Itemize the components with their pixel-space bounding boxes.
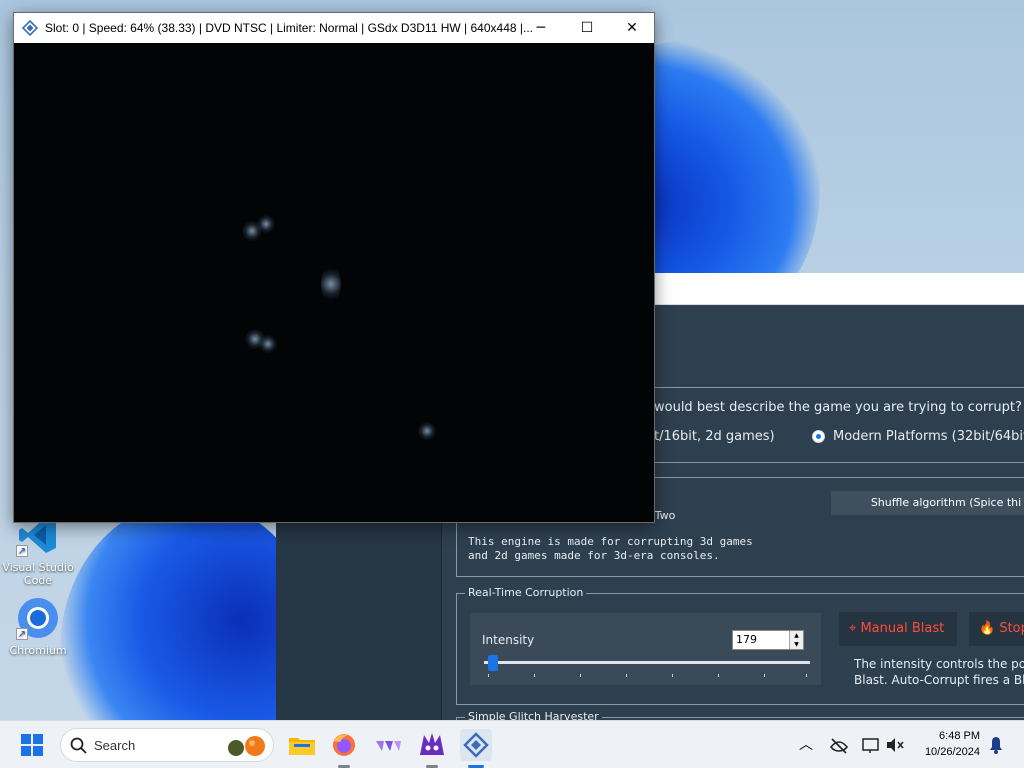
taskbar-file-explorer[interactable]	[286, 729, 318, 761]
option-modern-radio[interactable]	[812, 430, 825, 443]
spinbox-arrows[interactable]: ▲ ▼	[789, 631, 803, 649]
desktop-icon-label: Chromium	[9, 644, 67, 657]
platform-question: would best describe the game you are try…	[654, 400, 1022, 415]
glitch-creature-icon	[420, 733, 444, 755]
chromium-icon: ↗	[16, 596, 60, 640]
windows-logo-icon	[21, 734, 43, 756]
realtime-corruption-title: Real-Time Corruption	[465, 586, 587, 599]
intensity-label: Intensity	[482, 633, 535, 647]
taskbar: Search ︿ 6:48 PM 10/26/2024	[0, 720, 1024, 768]
close-button[interactable]: ✕	[609, 13, 655, 43]
slider-tick	[764, 674, 765, 677]
notification-bell-icon[interactable]	[986, 729, 1006, 761]
pcsx2-window-title: Slot: 0 | Speed: 64% (38.33) | DVD NTSC …	[45, 21, 533, 35]
render-glow-spot	[321, 265, 341, 303]
taskbar-firefox[interactable]	[328, 729, 360, 761]
network-offline-icon[interactable]	[828, 729, 850, 761]
radio-selected-dot	[816, 434, 821, 439]
taskbar-app-glitch[interactable]	[416, 729, 448, 761]
display-icon[interactable]	[860, 729, 882, 761]
pcsx2-icon	[463, 732, 489, 758]
game-render-surface[interactable]	[14, 43, 654, 522]
desktop-icon-chromium[interactable]: ↗ Chromium	[2, 596, 74, 657]
manual-blast-button[interactable]: ⌖ Manual Blast	[839, 612, 957, 646]
clock-date[interactable]: 10/26/2024	[912, 746, 980, 758]
shuffle-algorithm-button[interactable]: Shuffle algorithm (Spice thi	[831, 491, 1024, 515]
minimize-button[interactable]: ─	[518, 13, 564, 43]
taskbar-pcsx2[interactable]	[460, 729, 492, 761]
taskbar-search-box[interactable]: Search	[60, 728, 274, 762]
render-glow-spot	[418, 422, 436, 440]
stop-label: Stop	[999, 621, 1024, 636]
desktop-icon-vscode[interactable]: ↗ Visual Studio Code	[2, 513, 74, 587]
firefox-icon	[333, 734, 355, 756]
clock-time[interactable]: 6:48 PM	[912, 730, 980, 742]
slider-tick	[806, 674, 807, 677]
start-button[interactable]	[16, 729, 48, 761]
flame-icon: 🔥	[979, 621, 996, 636]
volume-muted-icon[interactable]	[884, 729, 906, 761]
intensity-spinbox[interactable]: 179 ▲ ▼	[732, 630, 804, 650]
intensity-slider-thumb[interactable]	[488, 655, 498, 671]
render-glow-spot	[257, 215, 275, 233]
option-modern-label: Modern Platforms (32bit/64bit,	[833, 429, 1024, 444]
purple-arrows-icon	[376, 741, 401, 751]
pcsx2-app-icon	[22, 20, 38, 36]
pcsx2-window: Slot: 0 | Speed: 64% (38.33) | DVD NTSC …	[13, 12, 655, 523]
maximize-button[interactable]: ☐	[564, 13, 610, 43]
intensity-description-line-2: Blast. Auto-Corrupt fires a Blast e	[854, 673, 1024, 687]
pcsx2-titlebar[interactable]: Slot: 0 | Speed: 64% (38.33) | DVD NTSC …	[14, 13, 654, 43]
shortcut-arrow-icon: ↗	[16, 628, 28, 640]
search-placeholder: Search	[94, 738, 136, 753]
engine-description-line-2: and 2d games made for 3d-era consoles.	[468, 549, 720, 562]
search-highlight-icon	[228, 736, 265, 756]
folder-icon	[289, 738, 315, 755]
shortcut-arrow-icon: ↗	[16, 545, 28, 557]
render-glow-spot	[259, 335, 277, 353]
stop-button[interactable]: 🔥 Stop	[969, 612, 1024, 646]
desktop-icon-label: Visual Studio Code	[2, 561, 74, 587]
option-old-platforms-label: t/16bit, 2d games)	[654, 429, 775, 444]
slider-tick	[626, 674, 627, 677]
intensity-description-line-1: The intensity controls the power	[854, 657, 1024, 671]
crosshair-icon: ⌖	[849, 621, 857, 636]
engine-description-line-1: This engine is made for corrupting 3d ga…	[468, 535, 753, 548]
manual-blast-label: Manual Blast	[860, 621, 945, 636]
slider-tick	[580, 674, 581, 677]
search-icon	[70, 737, 87, 754]
slider-tick	[534, 674, 535, 677]
chevron-up-icon[interactable]: ︿	[796, 729, 816, 761]
taskbar-app-purple[interactable]	[372, 729, 404, 761]
intensity-value: 179	[736, 633, 757, 646]
slider-tick	[718, 674, 719, 677]
intensity-slider-track[interactable]	[484, 661, 810, 664]
slider-tick	[488, 674, 489, 677]
slider-tick	[672, 674, 673, 677]
